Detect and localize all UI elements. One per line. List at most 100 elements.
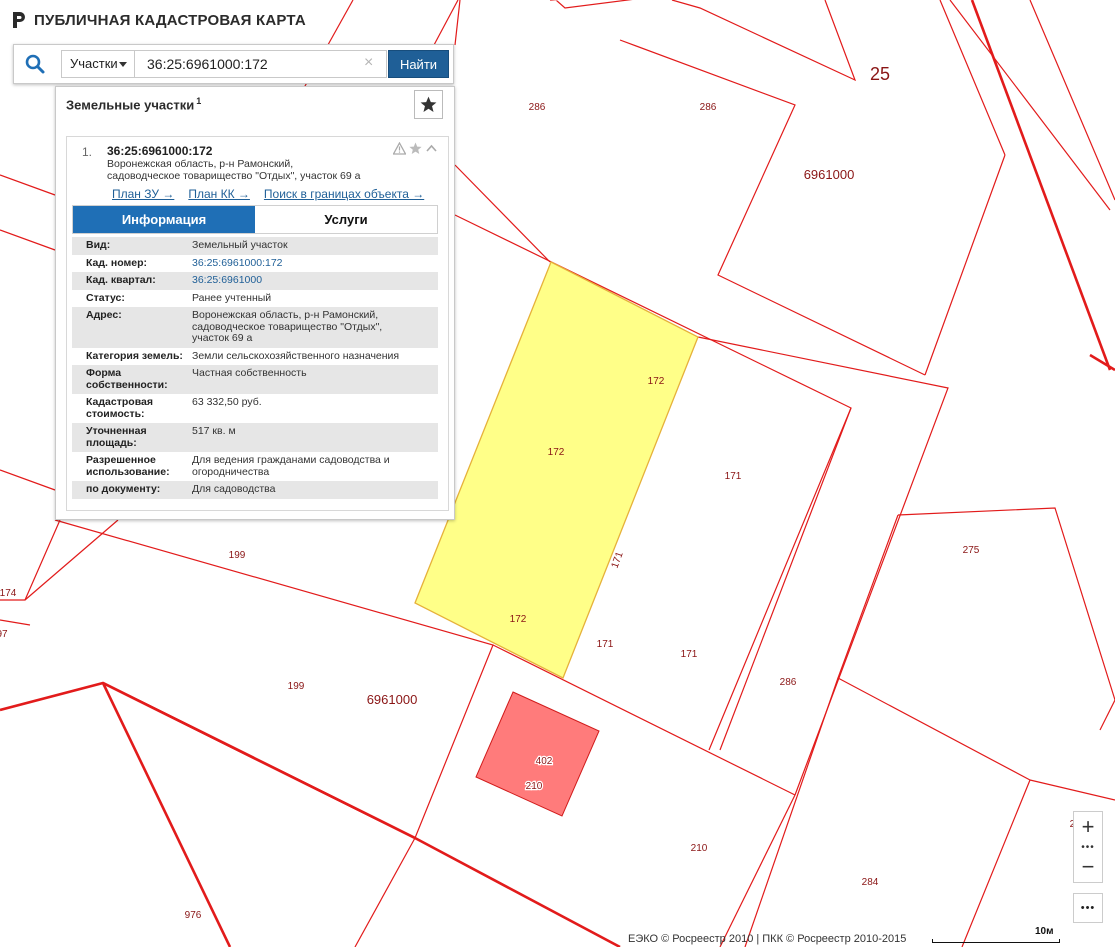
- result-tabs: Информация Услуги: [72, 205, 438, 234]
- map-label: 6961000: [367, 692, 418, 707]
- info-row-value: Для садоводства: [192, 483, 276, 495]
- map-label: 97: [0, 629, 8, 640]
- info-row-value: Земли сельскохозяйственного назначения: [192, 349, 400, 362]
- object-type-label: Участки: [70, 56, 118, 71]
- app-title: ПУБЛИЧНАЯ КАДАСТРОВАЯ КАРТА: [34, 11, 306, 29]
- object-type-dropdown[interactable]: Участки: [61, 50, 135, 78]
- scale-label: 10м: [1035, 926, 1054, 937]
- info-row-key: Кад. квартал:: [86, 274, 156, 286]
- map-label: 172: [548, 447, 565, 458]
- favorites-button[interactable]: [414, 90, 443, 119]
- app-logo-icon: [13, 12, 25, 28]
- info-row: Адрес: Воронежская область, р-н Рамонский…: [72, 307, 438, 348]
- link-plan-kk[interactable]: План КК →: [188, 187, 250, 201]
- map-label: 174: [0, 588, 17, 599]
- clear-icon[interactable]: ×: [364, 54, 373, 72]
- map-label: 286: [700, 102, 717, 113]
- zoom-in-button[interactable]: +: [1074, 812, 1102, 842]
- map-label: 199: [229, 550, 246, 561]
- info-row: по документу: Для садоводства: [72, 481, 438, 499]
- info-row: Кад. номер: 36:25:6961000:172: [72, 255, 438, 273]
- map-label: 6961000: [804, 167, 855, 182]
- map-label: 171: [597, 639, 614, 650]
- info-row-key: Статус:: [86, 291, 125, 304]
- map-label: 210: [526, 781, 543, 792]
- result-cad-number[interactable]: 36:25:6961000:172: [107, 144, 212, 158]
- info-row: Статус: Ранее учтенный: [72, 290, 438, 308]
- chevron-down-icon: [119, 62, 127, 67]
- info-row-value: 517 кв. м: [192, 425, 236, 437]
- panel-title-text: Земельные участки: [66, 97, 195, 113]
- info-row-key: Категория земель:: [86, 349, 183, 362]
- info-row: Вид: Земельный участок: [72, 237, 438, 255]
- map-label: 402: [536, 756, 553, 767]
- result-index: 1.: [82, 145, 93, 159]
- card-actions: [392, 141, 438, 155]
- result-address-line: садоводческое товарищество "Отдых", учас…: [107, 170, 361, 182]
- map-label: 210: [691, 843, 708, 854]
- link-plan-zu[interactable]: План ЗУ →: [112, 187, 174, 201]
- result-address: Воронежская область, р-н Рамонский, садо…: [107, 158, 407, 182]
- info-row-value[interactable]: 36:25:6961000:172: [192, 257, 438, 270]
- app-header: ПУБЛИЧНАЯ КАДАСТРОВАЯ КАРТА: [12, 8, 306, 32]
- tab-services[interactable]: Услуги: [255, 206, 437, 233]
- info-row: Кад. квартал: 36:25:6961000: [72, 272, 438, 290]
- info-row-key: Кадастровая стоимость:: [86, 396, 153, 420]
- zoom-out-button[interactable]: −: [1074, 852, 1102, 882]
- map-label: 199: [288, 681, 305, 692]
- scale-bar: [932, 939, 1060, 943]
- results-panel: Земельные участки 1 1. 36:25:6961000:172 …: [55, 86, 455, 520]
- info-row-key: Уточненная площадь:: [86, 425, 147, 449]
- info-row-value: Ранее учтенный: [192, 291, 272, 304]
- info-row-key: Вид:: [86, 239, 111, 251]
- link-search-in-bounds[interactable]: Поиск в границах объекта →: [264, 187, 424, 201]
- map-label: 286: [529, 102, 546, 113]
- selected-parcel-172[interactable]: [414, 261, 699, 679]
- info-row-value: Земельный участок: [192, 239, 288, 251]
- tab-information[interactable]: Информация: [73, 206, 255, 233]
- search-input[interactable]: [135, 50, 387, 78]
- info-row-value: Для ведения гражданами садоводства и огор…: [192, 454, 390, 478]
- warning-icon[interactable]: [392, 141, 407, 155]
- result-address-line: Воронежская область, р-н Рамонский,: [107, 158, 294, 170]
- info-row: Категория земель: Земли сельскохозяйствен…: [72, 348, 438, 366]
- result-count: 1: [196, 96, 202, 106]
- panel-title: Земельные участки 1: [66, 96, 201, 112]
- find-button[interactable]: Найти: [388, 50, 449, 78]
- map-label: 171: [681, 649, 698, 660]
- map-label: 25: [870, 64, 890, 84]
- info-row: Разрешенное использование: Для ведения гра…: [72, 452, 438, 481]
- map-label: 284: [862, 877, 879, 888]
- map-label: 172: [648, 376, 665, 387]
- info-row-value: 63 332,50 руб.: [192, 396, 262, 408]
- zoom-control: + ••• −: [1073, 811, 1103, 883]
- map-label: 286: [780, 677, 797, 688]
- map-label: 275: [963, 545, 980, 556]
- chevron-up-icon[interactable]: [425, 142, 438, 155]
- map-label: 976: [185, 910, 202, 921]
- info-row: Уточненная площадь: 517 кв. м: [72, 423, 438, 452]
- info-row-value: Воронежская область, р-н Рамонский, садов…: [192, 309, 383, 344]
- map-attribution: ЕЭКО © Росреестр 2010 | ПКК © Росреестр …: [628, 933, 907, 945]
- result-card: 1. 36:25:6961000:172 Воронежская область…: [66, 136, 449, 511]
- building-402[interactable]: [475, 691, 600, 817]
- info-row-key: Форма собственности:: [86, 367, 168, 391]
- info-row-value[interactable]: 36:25:6961000: [192, 274, 438, 287]
- info-table: Вид: Земельный участок Кад. номер: 36:25:69…: [72, 237, 438, 499]
- info-row-key: Разрешенное использование:: [86, 454, 170, 478]
- zoom-slider-handle[interactable]: •••: [1074, 842, 1102, 853]
- info-row-key: Адрес:: [86, 309, 122, 321]
- info-row-value: Частная собственность: [192, 367, 307, 379]
- info-row: Кадастровая стоимость: 63 332,50 руб.: [72, 394, 438, 423]
- info-row-key: Кад. номер:: [86, 256, 148, 269]
- result-links: План ЗУ → План КК → Поиск в границах объ…: [112, 187, 424, 201]
- search-icon[interactable]: [24, 53, 46, 75]
- search-bar: Участки × Найти: [13, 44, 454, 84]
- info-row: Форма собственности: Частная собственность: [72, 365, 438, 394]
- map-label: 171: [725, 471, 742, 482]
- star-icon[interactable]: [409, 142, 422, 155]
- info-row-key: по документу:: [86, 483, 161, 495]
- star-icon: [420, 96, 437, 112]
- map-label: 172: [510, 614, 527, 625]
- more-options-button[interactable]: •••: [1073, 893, 1103, 923]
